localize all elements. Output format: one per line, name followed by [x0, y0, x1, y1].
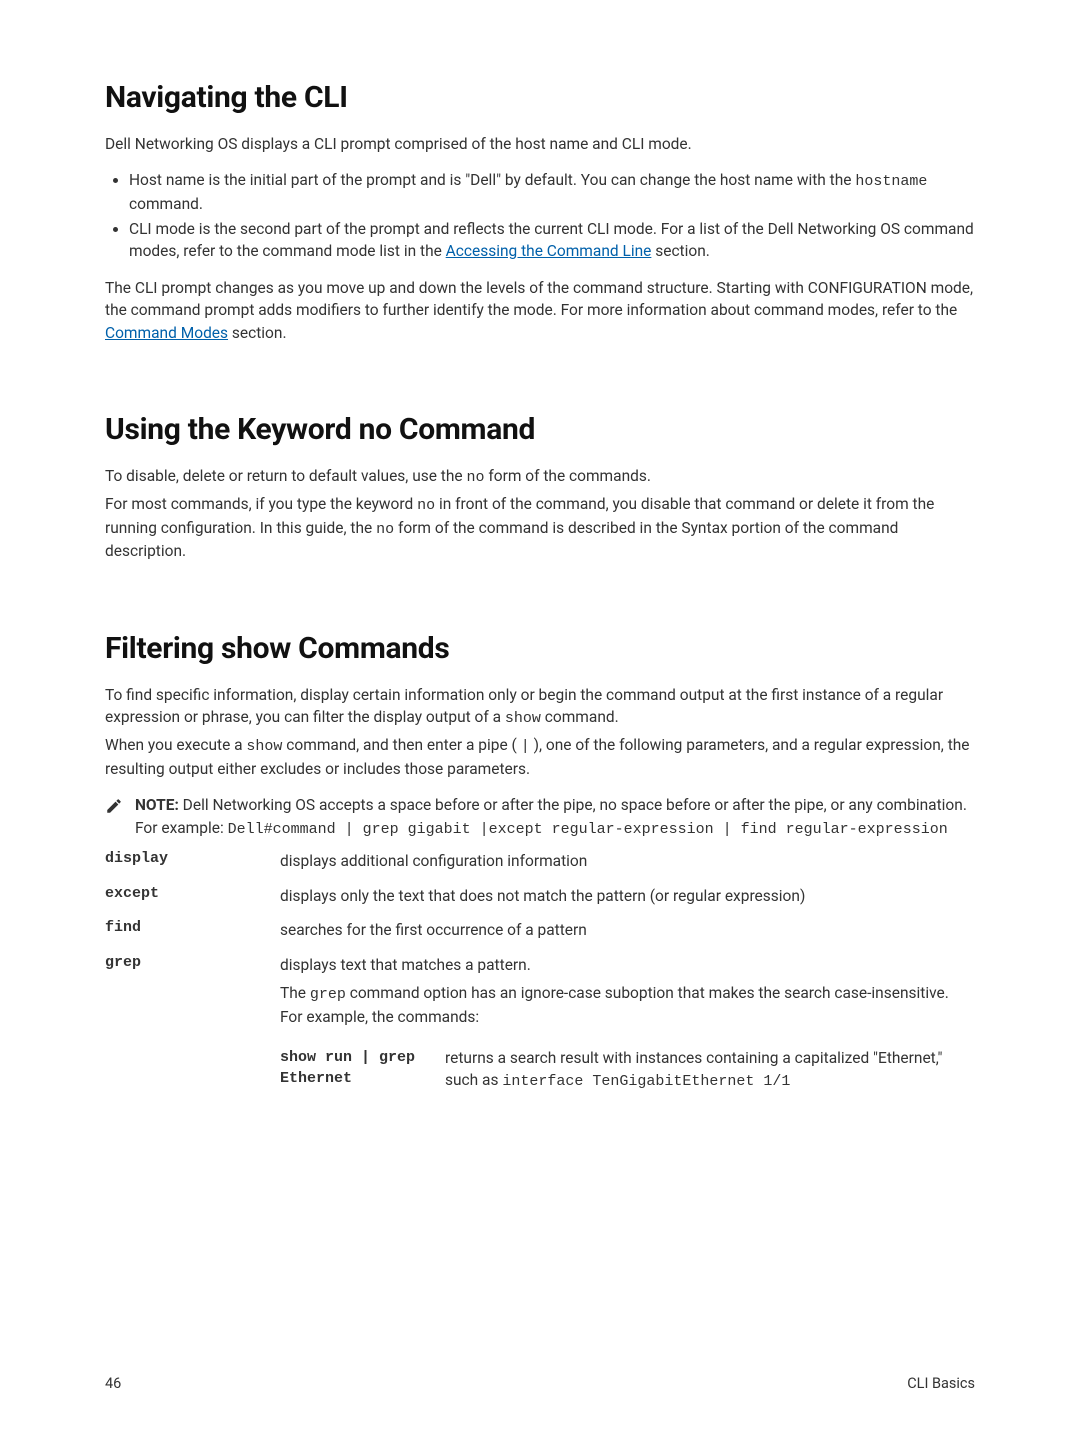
- text: command, and then enter a pipe (: [282, 736, 520, 754]
- filter-paragraph-1: To find specific information, display ce…: [105, 684, 975, 730]
- no-code: no: [417, 497, 435, 514]
- grep-term: grep: [105, 954, 270, 1093]
- page-number: 46: [105, 1375, 121, 1392]
- hostname-command-code: hostname: [855, 173, 927, 190]
- show-code: show: [505, 710, 541, 727]
- nav-bullet-list: Host name is the initial part of the pro…: [105, 169, 975, 262]
- text: When you execute a: [105, 736, 246, 754]
- text: The CLI prompt changes as you move up an…: [105, 279, 973, 319]
- text: For most commands, if you type the keywo…: [105, 495, 417, 513]
- except-desc: displays only the text that does not mat…: [280, 885, 975, 907]
- text: To disable, delete or return to default …: [105, 467, 466, 485]
- filter-paragraph-2: When you execute a show command, and the…: [105, 734, 975, 780]
- note-text: NOTE: Dell Networking OS accepts a space…: [135, 794, 975, 840]
- no-code: no: [466, 469, 484, 486]
- show-run-grep-desc: returns a search result with instances c…: [445, 1047, 975, 1093]
- text: Host name is the initial part of the pro…: [129, 171, 855, 189]
- interface-code: interface TenGigabitEthernet 1/1: [502, 1073, 790, 1090]
- text: command.: [541, 708, 619, 726]
- grep-desc-line2: The grep command option has an ignore-ca…: [280, 982, 975, 1028]
- grep-inner-table: show run | grep Ethernet returns a searc…: [280, 1047, 975, 1093]
- no-paragraph-1: To disable, delete or return to default …: [105, 465, 975, 489]
- display-desc: displays additional configuration inform…: [280, 850, 975, 872]
- text: command option has an ignore-case subopt…: [280, 984, 949, 1026]
- footer-section-name: CLI Basics: [907, 1375, 975, 1392]
- show-code: show: [246, 738, 282, 755]
- heading-navigating-cli: Navigating the CLI: [105, 80, 975, 115]
- grep-code: grep: [310, 986, 346, 1003]
- nav-intro: Dell Networking OS displays a CLI prompt…: [105, 133, 975, 155]
- note-pencil-icon: [105, 797, 123, 815]
- list-item: Host name is the initial part of the pro…: [129, 169, 975, 215]
- no-code: no: [376, 521, 394, 538]
- heading-keyword-no: Using the Keyword no Command: [105, 412, 975, 447]
- text: form of the commands.: [485, 467, 651, 485]
- text: command.: [129, 195, 203, 213]
- note-block: NOTE: Dell Networking OS accepts a space…: [105, 794, 975, 840]
- accessing-command-line-link[interactable]: Accessing the Command Line: [446, 242, 652, 260]
- command-modes-link[interactable]: Command Modes: [105, 324, 228, 342]
- find-term: find: [105, 919, 270, 941]
- filter-definition-table: display displays additional configuratio…: [105, 850, 975, 1092]
- note-label: NOTE:: [135, 796, 179, 814]
- grep-desc: displays text that matches a pattern. Th…: [280, 954, 975, 1093]
- display-term: display: [105, 850, 270, 872]
- find-desc: searches for the first occurrence of a p…: [280, 919, 975, 941]
- except-term: except: [105, 885, 270, 907]
- text: section.: [228, 324, 287, 342]
- text: The: [280, 984, 310, 1002]
- no-paragraph-2: For most commands, if you type the keywo…: [105, 493, 975, 563]
- text: section.: [651, 242, 710, 260]
- grep-desc-line1: displays text that matches a pattern.: [280, 954, 975, 976]
- heading-filtering-show: Filtering show Commands: [105, 631, 975, 666]
- note-example-code: Dell#command | grep gigabit |except regu…: [228, 821, 948, 838]
- list-item: CLI mode is the second part of the promp…: [129, 218, 975, 263]
- show-run-grep-term: show run | grep Ethernet: [280, 1047, 435, 1093]
- nav-cli-prompt-paragraph: The CLI prompt changes as you move up an…: [105, 277, 975, 344]
- page-footer: 46 CLI Basics: [105, 1375, 975, 1392]
- pipe-code: |: [521, 738, 530, 755]
